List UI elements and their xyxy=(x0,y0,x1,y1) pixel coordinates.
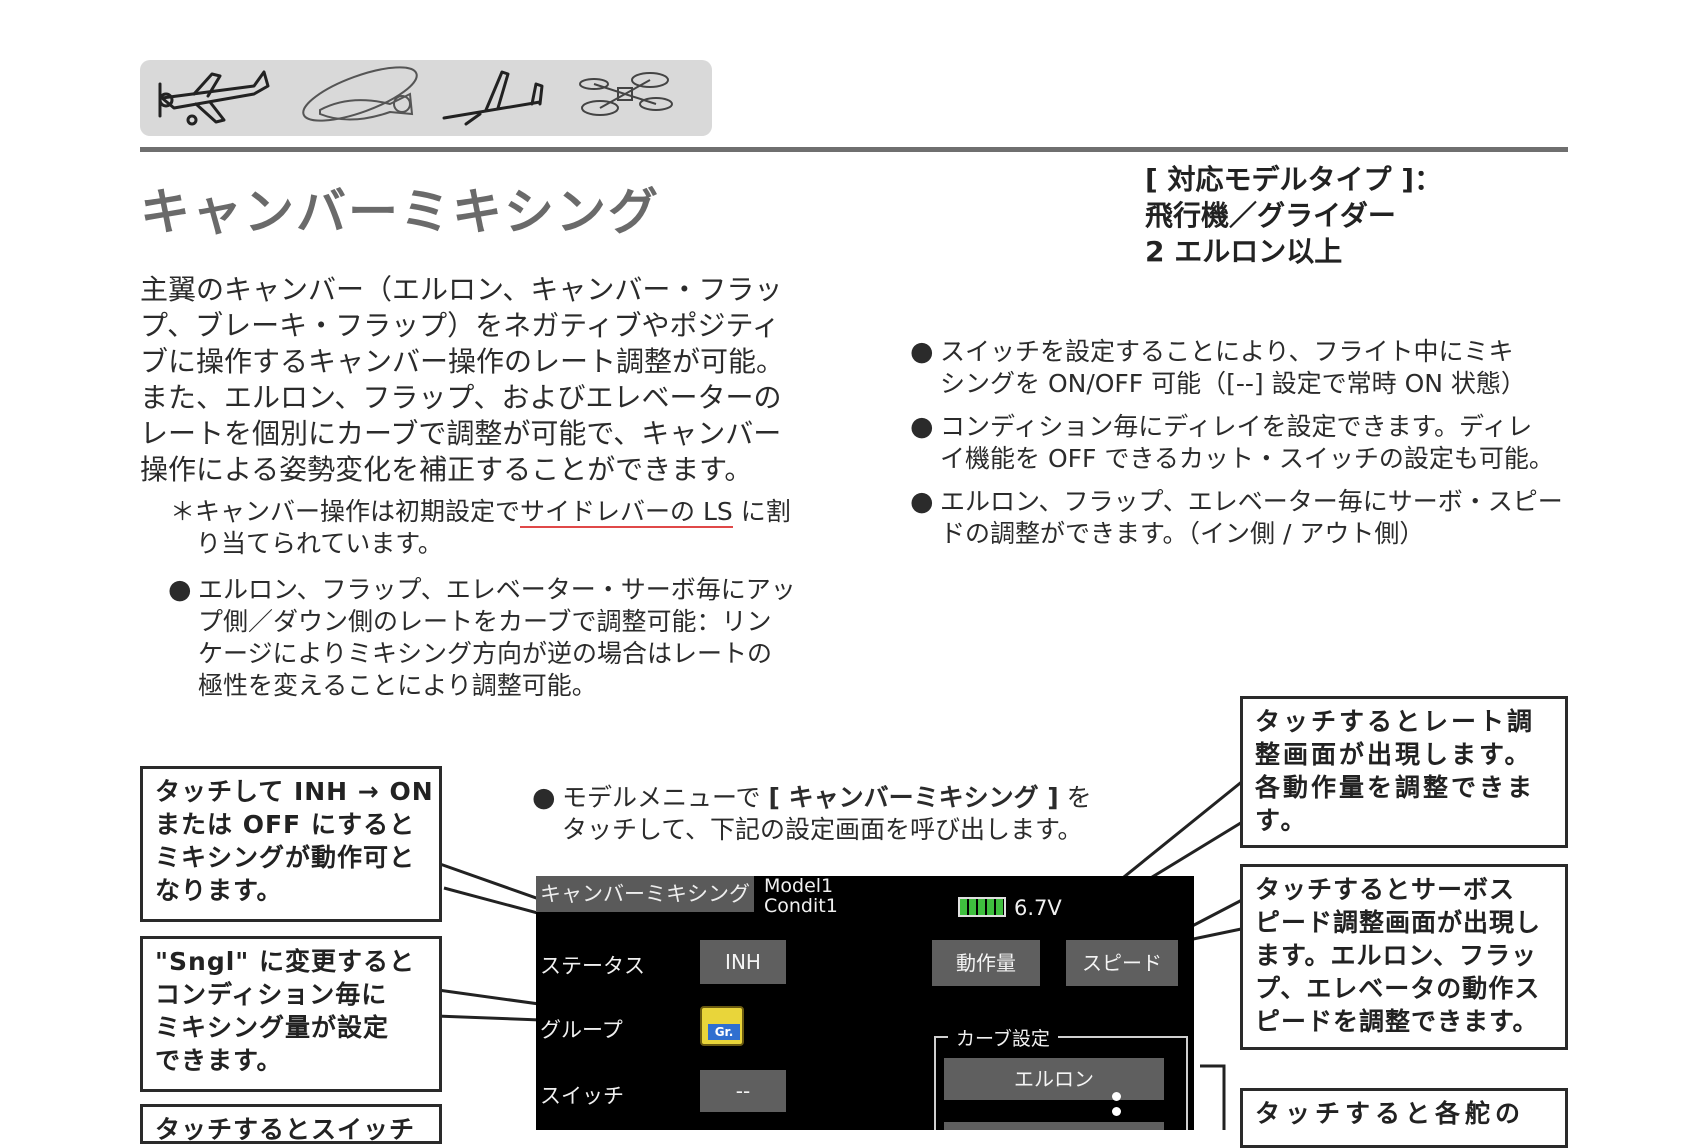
bullet-dot: ● xyxy=(168,574,192,605)
screen-title: キャンバーミキシング xyxy=(536,876,754,912)
callout-line: タッチして INH → ON xyxy=(155,777,434,806)
model-condition: Model1 Condit1 xyxy=(764,876,838,916)
callout-line: ミキシング量が設定 xyxy=(155,1013,390,1042)
group-icon-text: Gr. xyxy=(708,1024,740,1040)
intro-line: また、エルロン、フラップ、およびエレベーターの xyxy=(140,381,782,414)
callout-line: または OFF にすると xyxy=(155,810,416,839)
next-curve-button[interactable] xyxy=(944,1122,1164,1130)
model-types-requirement: 2 エルロン以上 xyxy=(1145,235,1343,268)
bullet-dot: ● xyxy=(532,782,556,813)
callout-line: ピードを調整できます。 xyxy=(1255,1007,1539,1036)
callout-line: タッチするとレート調 xyxy=(1255,707,1536,736)
feature-bullet: ● エルロン、フラップ、エレベーター毎にサーボ・スピー ドの調整ができます。（イ… xyxy=(910,486,1563,550)
switch-callout: タッチするとスイッチ xyxy=(140,1104,442,1144)
page-title: キャンバーミキシング xyxy=(140,183,660,241)
bullet-line: イ機能を OFF できるカット・スイッチの設定も可能。 xyxy=(940,444,1554,473)
battery-indicator: 6.7V xyxy=(958,896,1062,920)
bullet-line: エルロン、フラップ、エレベーター・サーボ毎にアッ xyxy=(198,575,796,604)
menu-note-bold: [ キャンバーミキシング ] xyxy=(768,783,1059,812)
feature-bullet: ● スイッチを設定することにより、フライト中にミキ シングを ON/OFF 可能… xyxy=(910,336,1563,400)
rate-button[interactable]: 動作量 xyxy=(932,940,1040,986)
speed-button[interactable]: スピード xyxy=(1066,940,1178,986)
helicopter-icon xyxy=(302,66,418,122)
condition-name: Condit1 xyxy=(764,895,838,917)
scroll-dots xyxy=(1112,1092,1122,1116)
callout-line: できます。 xyxy=(155,1046,283,1075)
multicopter-icon xyxy=(579,72,673,116)
feature-bullet: ● コンディション毎にディレイを設定できます。ディレ イ機能を OFF できるカ… xyxy=(910,411,1563,475)
callout-line: ます。エルロン、フラッ xyxy=(1255,941,1538,970)
bullet-line: エルロン、フラップ、エレベーター毎にサーボ・スピー xyxy=(940,487,1563,516)
intro-line: 主翼のキャンバー（エルロン、キャンバー・フラッ xyxy=(140,273,783,306)
rate-callout: タッチするとレート調 整画面が出現します。 各動作量を調整できま す。 xyxy=(1240,696,1568,848)
switch-label: スイッチ xyxy=(540,1084,624,1108)
callout-line: 整画面が出現します。 xyxy=(1255,740,1533,769)
header-rule xyxy=(140,147,1568,152)
note-suffix: に割 xyxy=(732,497,791,526)
status-callout: タッチして INH → ON または OFF にすると ミキシングが動作可と な… xyxy=(140,766,442,922)
callout-line: プ、エレベータの動作ス xyxy=(1255,974,1541,1003)
intro-line: レートを個別にカーブで調整が可能で、キャンバー xyxy=(140,417,782,450)
note-line2: り当てられています。 xyxy=(196,529,443,558)
transmitter-screen: キャンバーミキシング Model1 Condit1 6.7V ステータス INH… xyxy=(536,876,1194,1130)
glider-icon xyxy=(442,70,544,126)
callout-line: タッチすると各舵の xyxy=(1255,1099,1526,1128)
model-types-heading: [ 対応モデルタイプ ]： xyxy=(1145,163,1443,196)
intro-line: ブに操作するキャンバー操作のレート調整が可能。 xyxy=(140,345,785,378)
camber-lever-note: ＊キャンバー操作は初期設定でサイドレバーの LS に割 り当てられています。 xyxy=(170,496,791,560)
model-name: Model1 xyxy=(764,876,834,897)
model-type-strip xyxy=(140,60,712,136)
aileron-curve-button[interactable]: エルロン xyxy=(944,1058,1164,1100)
callout-line: 各動作量を調整できま xyxy=(1255,773,1536,802)
callout-line: ミキシングが動作可と xyxy=(155,843,416,872)
bullet-line: ケージによりミキシング方向が逆の場合はレートの xyxy=(198,639,773,668)
model-types-value: 飛行機／グライダー xyxy=(1145,199,1396,232)
group-label: グループ xyxy=(540,1018,623,1042)
intro-line: 操作による姿勢変化を補正することができます。 xyxy=(140,453,753,486)
speed-callout: タッチするとサーボス ピード調整画面が出現し ます。エルロン、フラッ プ、エレベ… xyxy=(1240,864,1568,1050)
feature-bullets: ● スイッチを設定することにより、フライト中にミキ シングを ON/OFF 可能… xyxy=(910,336,1563,561)
callout-line: なります。 xyxy=(155,876,283,905)
menu-note-suffix: を xyxy=(1058,783,1092,812)
intro-line: プ、ブレーキ・フラップ）をネガティブやポジティ xyxy=(140,309,780,342)
note-prefix: ＊キャンバー操作は初期設定で xyxy=(170,497,521,526)
note-underlined: サイドレバーの LS xyxy=(520,497,733,528)
bullet-line: プ側／ダウン側のレートをカーブで調整可能：リン xyxy=(198,607,772,636)
menu-note-prefix: モデルメニューで xyxy=(562,783,769,812)
bullet-line: ドの調整ができます。（イン側 / アウト側） xyxy=(940,519,1425,548)
group-icon[interactable]: Gr. xyxy=(700,1006,744,1046)
left-bullet: ● エルロン、フラップ、エレベーター・サーボ毎にアッ プ側／ダウン側のレートをカ… xyxy=(168,574,796,702)
bullet-dot: ● xyxy=(910,336,934,367)
callout-line: "Sngl" に変更すると xyxy=(155,947,416,976)
bullet-dot: ● xyxy=(910,486,934,517)
menu-note-line2: タッチして、下記の設定画面を呼び出します。 xyxy=(562,815,1083,844)
supported-model-types: [ 対応モデルタイプ ]： 飛行機／グライダー 2 エルロン以上 xyxy=(1145,162,1442,270)
status-button[interactable]: INH xyxy=(700,940,786,984)
group-callout: "Sngl" に変更すると コンディション毎に ミキシング量が設定 できます。 xyxy=(140,936,442,1092)
callout-line: す。 xyxy=(1255,806,1309,835)
bullet-line: 極性を変えることにより調整可能。 xyxy=(198,671,597,700)
battery-voltage: 6.7V xyxy=(1014,896,1062,920)
callout-line: ピード調整画面が出現し xyxy=(1255,908,1542,937)
bullet-dot: ● xyxy=(910,411,934,442)
bullet-line: シングを ON/OFF 可能（[--] 設定で常時 ON 状態） xyxy=(940,369,1526,398)
airplane-icon xyxy=(158,70,270,126)
battery-icon xyxy=(958,897,1006,917)
bullet-line: スイッチを設定することにより、フライト中にミキ xyxy=(940,337,1514,366)
callout-line: コンディション毎に xyxy=(155,980,388,1009)
switch-button[interactable]: -- xyxy=(700,1070,786,1112)
menu-instruction: ● モデルメニューで [ キャンバーミキシング ] を タッチして、下記の設定画… xyxy=(532,782,1092,846)
callout-line: タッチするとサーボス xyxy=(1255,875,1516,904)
bullet-line: コンディション毎にディレイを設定できます。ディレ xyxy=(940,412,1533,441)
intro-paragraph: 主翼のキャンバー（エルロン、キャンバー・フラッ プ、ブレーキ・フラップ）をネガテ… xyxy=(140,272,840,488)
curve-callout: タッチすると各舵の xyxy=(1240,1088,1568,1148)
status-label: ステータス xyxy=(540,954,645,978)
curve-settings-label: カーブ設定 xyxy=(948,1024,1058,1051)
